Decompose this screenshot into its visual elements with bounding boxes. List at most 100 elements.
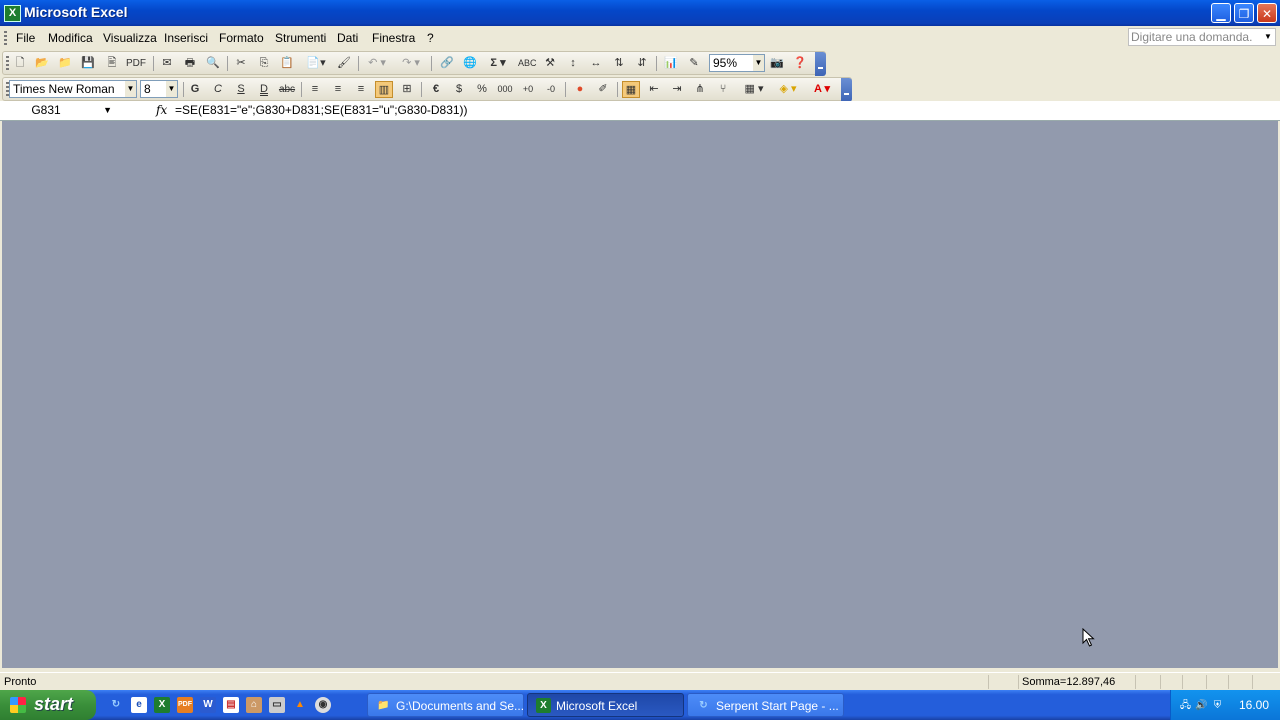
justify-icon[interactable]: ▥ — [375, 81, 393, 98]
vlc-icon[interactable]: ▲ — [292, 697, 308, 713]
decrease-decimal-icon[interactable]: -0 — [542, 81, 560, 98]
printer-icon[interactable]: ▭ — [269, 697, 285, 713]
insert-hyperlink-icon[interactable]: 🔗 — [438, 55, 456, 72]
excel-icon[interactable]: X — [154, 697, 170, 713]
cut-icon[interactable]: ✂ — [232, 55, 250, 72]
menu-dati[interactable]: Dati — [337, 31, 358, 45]
task-explorer[interactable]: 📁 G:\Documents and Se... — [367, 693, 524, 717]
camera-icon[interactable]: 📷 — [768, 55, 786, 72]
restore-button[interactable]: ❐ — [1234, 3, 1254, 23]
increase-indent-icon[interactable]: ⇥ — [668, 81, 686, 98]
volume-icon[interactable]: 🔊 — [1195, 699, 1208, 712]
percent-button[interactable]: % — [473, 81, 491, 98]
task-serpent[interactable]: ↻ Serpent Start Page - ... — [687, 693, 844, 717]
copy-icon[interactable]: ⎘ — [255, 55, 273, 72]
menu-strumenti[interactable]: Strumenti — [275, 31, 326, 45]
strikethrough-button[interactable]: abc — [278, 81, 296, 98]
autosum-icon[interactable]: Σ ▾ — [485, 55, 511, 72]
save-icon[interactable]: 💾 — [79, 55, 97, 72]
record-icon[interactable]: ● — [571, 81, 589, 98]
new-document-icon[interactable]: 🗋 — [11, 55, 29, 72]
chevron-down-icon[interactable]: ▼ — [1262, 30, 1274, 44]
menu-help[interactable]: ? — [427, 31, 434, 45]
zoom-combo[interactable]: 95% ▼ — [709, 54, 765, 72]
security-icon[interactable]: ⛨ — [1211, 699, 1224, 712]
align-center-icon[interactable]: ≡ — [329, 81, 347, 98]
disc-icon[interactable]: ◉ — [315, 697, 331, 713]
chevron-down-icon[interactable]: ▼ — [103, 102, 112, 119]
font-size-combo[interactable]: 8 ▼ — [140, 80, 178, 98]
chevron-down-icon[interactable]: ▼ — [125, 81, 136, 97]
toolbar-options-icon[interactable] — [841, 78, 852, 102]
permission-icon[interactable]: 🖹 — [103, 55, 121, 72]
menu-modifica[interactable]: Modifica — [48, 31, 93, 45]
undo-icon[interactable]: ↶ ▾ — [363, 55, 391, 72]
toolbar-options-icon[interactable] — [815, 52, 826, 76]
menu-finestra[interactable]: Finestra — [372, 31, 415, 45]
branch-icon[interactable]: ⑂ — [714, 81, 732, 98]
menu-file[interactable]: File — [16, 31, 35, 45]
open-file-icon[interactable]: 📁 — [56, 55, 74, 72]
print-icon[interactable]: 🖶 — [181, 55, 199, 72]
align-left-icon[interactable]: ≡ — [306, 81, 324, 98]
spelling-icon[interactable]: ABC — [518, 55, 537, 72]
network-icon[interactable]: 🖧 — [1179, 699, 1192, 712]
grid-icon[interactable]: ▦ — [622, 81, 640, 98]
pdf-icon[interactable]: PDF — [177, 697, 193, 713]
decrease-indent-icon[interactable]: ⇤ — [645, 81, 663, 98]
minimize-button[interactable]: ▁ — [1211, 3, 1231, 23]
merge-center-icon[interactable]: ⊞ — [398, 81, 416, 98]
menu-visualizza[interactable]: Visualizza — [103, 31, 157, 45]
help-icon[interactable]: ❓ — [791, 55, 809, 72]
format-painter-icon[interactable]: 🖌 — [335, 55, 353, 72]
clipboard-icon[interactable]: 📋 — [278, 55, 296, 72]
ie-icon[interactable]: e — [131, 697, 147, 713]
sort-ascending-icon[interactable]: ⇅ — [610, 55, 628, 72]
ask-question-input[interactable]: Digitare una domanda. ▼ — [1128, 28, 1276, 46]
menu-inserisci[interactable]: Inserisci — [164, 31, 208, 45]
serpent-browser-icon[interactable]: ↻ — [108, 697, 124, 713]
font-name-combo[interactable]: Times New Roman ▼ — [9, 80, 137, 98]
open-folder-icon[interactable]: 📂 — [33, 55, 51, 72]
bold-button[interactable]: G — [186, 81, 204, 98]
underline-button[interactable]: S — [232, 81, 250, 98]
double-underline-button[interactable]: D — [255, 81, 273, 98]
workbook-workspace[interactable] — [2, 121, 1278, 668]
chevron-down-icon[interactable]: ▼ — [753, 55, 764, 71]
paste-icon[interactable]: 📄▾ — [303, 55, 329, 72]
align-right-icon[interactable]: ≡ — [352, 81, 370, 98]
media-icon[interactable]: ⌂ — [246, 697, 262, 713]
toolbar-grip-icon[interactable] — [6, 56, 9, 70]
clock[interactable]: 16.00 — [1239, 698, 1269, 712]
sort-descending-icon[interactable]: ⇵ — [633, 55, 651, 72]
drawing-icon[interactable]: ✎ — [685, 55, 703, 72]
wrap-icon[interactable]: ⋔ — [691, 81, 709, 98]
menu-grip-icon[interactable] — [4, 31, 7, 45]
word-icon[interactable]: W — [200, 697, 216, 713]
pdf-button[interactable]: PDF — [124, 55, 148, 72]
chart-wizard-icon[interactable]: 📊 — [662, 55, 680, 72]
print-preview-icon[interactable]: 🔍 — [204, 55, 222, 72]
italic-button[interactable]: C — [209, 81, 227, 98]
thousands-button[interactable]: 000 — [496, 81, 514, 98]
borders-icon[interactable]: ▦ ▾ — [739, 81, 769, 98]
insert-function-button[interactable]: fx — [156, 103, 167, 117]
document-icon[interactable]: ▤ — [223, 697, 239, 713]
name-box[interactable]: G831 ▼ — [2, 102, 120, 119]
task-excel[interactable]: X Microsoft Excel — [527, 693, 684, 717]
menu-formato[interactable]: Formato — [219, 31, 264, 45]
tools-icon[interactable]: ⚒ — [541, 55, 559, 72]
close-button[interactable]: ✕ — [1257, 3, 1277, 23]
chevron-down-icon[interactable]: ▼ — [166, 81, 177, 97]
redo-icon[interactable]: ↷ ▾ — [397, 55, 425, 72]
row-height-icon[interactable]: ↕ — [564, 55, 582, 72]
fill-color-icon[interactable]: ◈ ▾ — [773, 81, 803, 98]
highlight-icon[interactable]: ✐ — [594, 81, 612, 98]
font-color-icon[interactable]: A ▾ — [807, 81, 837, 98]
email-icon[interactable]: ✉ — [158, 55, 176, 72]
euro-button[interactable]: € — [427, 81, 445, 98]
column-width-icon[interactable]: ↔ — [587, 55, 605, 72]
start-button[interactable]: start — [0, 690, 96, 720]
formula-input[interactable]: =SE(E831="e";G830+D831;SE(E831="u";G830-… — [175, 103, 468, 117]
web-icon[interactable]: 🌐 — [461, 55, 479, 72]
